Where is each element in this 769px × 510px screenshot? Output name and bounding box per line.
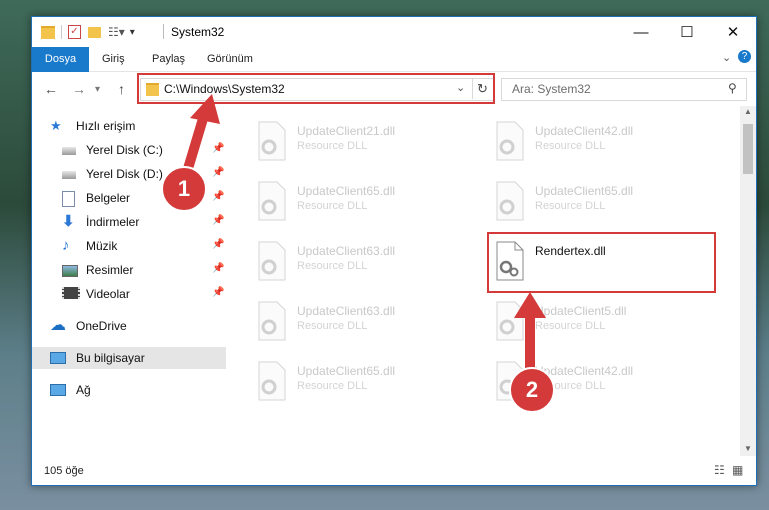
arrow-1-head — [190, 94, 220, 124]
step-badge-1: 1 — [161, 166, 207, 212]
annotation-arrows — [179, 94, 546, 391]
step-badge-2: 2 — [509, 367, 555, 413]
arrow-2-head — [514, 292, 546, 318]
